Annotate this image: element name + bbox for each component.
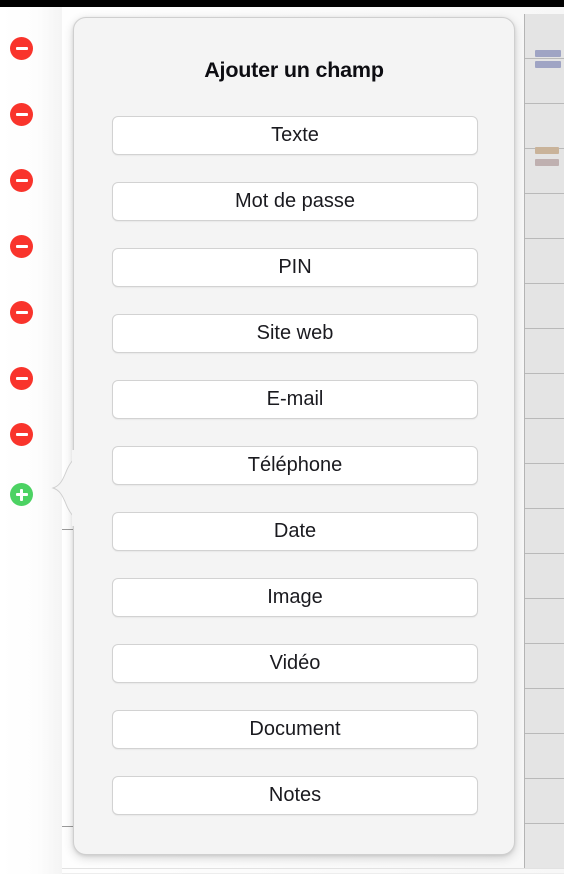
top-black-strip [0,0,564,7]
popover-title: Ajouter un champ [204,58,384,82]
table-row[interactable] [525,599,564,644]
field-type-site-web[interactable]: Site web [112,314,478,353]
table-cell-chip [535,147,559,154]
minus-circle-icon [15,46,28,51]
field-type-telephone[interactable]: Téléphone [112,446,478,485]
field-type-notes[interactable]: Notes [112,776,478,815]
remove-field-1[interactable] [10,37,33,60]
minus-circle-icon [15,310,28,315]
field-type-image[interactable]: Image [112,578,478,617]
minus-circle-icon [15,178,28,183]
field-stepper-gutter [0,7,62,874]
table-row[interactable] [525,149,564,194]
remove-field-5[interactable] [10,301,33,324]
field-type-list: Texte Mot de passe PIN Site web E-mail Téléph… [112,116,478,815]
table-row[interactable] [525,194,564,239]
field-type-date[interactable]: Date [112,512,478,551]
field-type-texte[interactable]: Texte [112,116,478,155]
add-field-button[interactable] [10,483,33,506]
table-row[interactable] [525,104,564,149]
table-cell-chip [535,61,561,68]
table-row[interactable] [525,554,564,599]
table-row[interactable] [525,644,564,689]
table-row[interactable] [525,419,564,464]
table-cell-chip [535,50,561,57]
table-row[interactable] [525,239,564,284]
table-row[interactable] [525,689,564,734]
field-type-mot-de-passe[interactable]: Mot de passe [112,182,478,221]
remove-field-6[interactable] [10,367,33,390]
minus-circle-icon [15,112,28,117]
table-row[interactable] [525,779,564,824]
remove-field-7[interactable] [10,423,33,446]
minus-circle-icon [15,244,28,249]
table-row[interactable] [525,329,564,374]
table-row[interactable] [525,464,564,509]
field-type-email[interactable]: E-mail [112,380,478,419]
field-type-video[interactable]: Vidéo [112,644,478,683]
field-type-pin[interactable]: PIN [112,248,478,287]
table-row[interactable] [525,374,564,419]
screen-root: Ajouter un champ Texte Mot de passe PIN Sit… [0,0,564,874]
field-type-document[interactable]: Document [112,710,478,749]
table-row[interactable] [525,509,564,554]
remove-field-3[interactable] [10,169,33,192]
minus-circle-icon [15,376,28,381]
table-row[interactable] [525,284,564,329]
background-table [524,14,564,869]
window-bottom-rule [0,868,564,869]
minus-circle-icon [15,432,28,437]
remove-field-2[interactable] [10,103,33,126]
table-row[interactable] [525,734,564,779]
plus-circle-icon-vertical [19,488,24,501]
add-field-popover: Ajouter un champ Texte Mot de passe PIN Sit… [73,17,515,855]
remove-field-4[interactable] [10,235,33,258]
table-cell-chip [535,159,559,166]
